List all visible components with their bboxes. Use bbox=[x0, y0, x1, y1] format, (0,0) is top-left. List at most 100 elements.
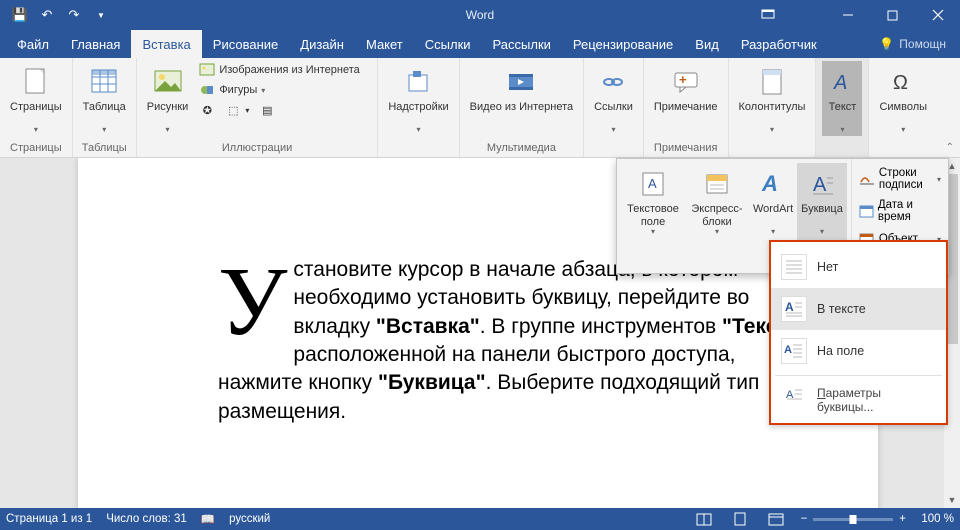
tab-references[interactable]: Ссылки bbox=[414, 30, 482, 58]
chevron-down-icon: ▾ bbox=[770, 125, 774, 134]
redo-button[interactable]: ↷ bbox=[62, 3, 86, 27]
ribbon-display-options-button[interactable] bbox=[745, 0, 790, 30]
text-icon: A bbox=[830, 63, 854, 101]
tab-file[interactable]: Файл bbox=[6, 30, 60, 58]
chevron-down-icon: ▾ bbox=[34, 125, 38, 134]
tab-insert[interactable]: Вставка bbox=[131, 30, 201, 58]
zoom-percentage[interactable]: 100 % bbox=[912, 513, 954, 525]
tab-review[interactable]: Рецензирование bbox=[562, 30, 684, 58]
group-comments-label: Примечания bbox=[654, 140, 718, 157]
chevron-down-icon: ▾ bbox=[901, 125, 905, 134]
pictures-label: Рисунки bbox=[147, 101, 189, 127]
dropcap-option-margin[interactable]: A На поле bbox=[771, 330, 946, 372]
calendar-icon bbox=[859, 203, 874, 219]
shapes-label: Фигуры bbox=[219, 84, 257, 96]
group-comments: + Примечание Примечания bbox=[644, 58, 729, 157]
tab-layout[interactable]: Макет bbox=[355, 30, 414, 58]
video-icon bbox=[507, 63, 535, 101]
status-word-count[interactable]: Число слов: 31 bbox=[106, 513, 187, 525]
dropcap-dropped-icon: A bbox=[781, 296, 807, 322]
quickparts-button[interactable]: Экспресс-блоки ▾ bbox=[685, 163, 749, 255]
symbols-button[interactable]: Ω Символы ▾ bbox=[875, 61, 931, 136]
status-proofing[interactable]: 📖 bbox=[201, 512, 215, 526]
comment-button[interactable]: + Примечание bbox=[650, 61, 722, 129]
svg-text:A: A bbox=[784, 344, 792, 356]
3d-models-button[interactable]: ⬚▾ bbox=[222, 101, 252, 119]
close-button[interactable] bbox=[915, 0, 960, 30]
shapes-button[interactable]: Фигуры ▾ bbox=[196, 81, 371, 99]
links-button[interactable]: Ссылки ▾ bbox=[590, 61, 637, 136]
chevron-down-icon: ▾ bbox=[820, 227, 824, 236]
text-label: Текст bbox=[829, 101, 857, 127]
wordart-label: WordArt bbox=[753, 203, 793, 229]
datetime-button[interactable]: Дата и время bbox=[854, 195, 946, 227]
omega-icon: Ω bbox=[890, 63, 916, 101]
svg-text:A: A bbox=[648, 176, 657, 191]
dropcap-options-item[interactable]: A Параметры буквицы... bbox=[771, 379, 946, 423]
dropcap-options-label: араметры буквицы... bbox=[817, 386, 881, 414]
smartart-icon: ▤ bbox=[259, 102, 275, 118]
dropcap-margin-label: На поле bbox=[817, 344, 864, 358]
datetime-label: Дата и время bbox=[878, 199, 941, 223]
collapse-ribbon-button[interactable]: ⌃ bbox=[946, 142, 954, 153]
dropcap-menu: Нет A В тексте A На поле A Параметры бук… bbox=[769, 240, 948, 425]
quickparts-label: Экспресс-блоки bbox=[689, 203, 745, 229]
zoom-in-button[interactable]: + bbox=[899, 513, 906, 525]
dropcap-options-icon: A bbox=[785, 386, 803, 402]
title-bar: 💾 ↶ ↷ ▼ Word bbox=[0, 0, 960, 30]
view-read-mode-button[interactable] bbox=[693, 510, 715, 528]
svg-text:A: A bbox=[813, 174, 827, 196]
view-web-layout-button[interactable] bbox=[765, 510, 787, 528]
view-print-layout-button[interactable] bbox=[729, 510, 751, 528]
textbox-icon: A bbox=[640, 165, 666, 203]
header-footer-button[interactable]: Колонтитулы ▾ bbox=[735, 61, 810, 136]
minimize-button[interactable] bbox=[825, 0, 870, 30]
undo-button[interactable]: ↶ bbox=[35, 3, 59, 27]
save-button[interactable]: 💾 bbox=[8, 3, 32, 27]
pages-button[interactable]: Страницы ▾ bbox=[6, 61, 66, 136]
icons-gallery-button[interactable]: ✪ bbox=[196, 101, 218, 119]
pictures-button[interactable]: Рисунки ▾ bbox=[143, 61, 193, 136]
maximize-button[interactable] bbox=[870, 0, 915, 30]
svg-text:A: A bbox=[785, 300, 794, 314]
zoom-out-button[interactable]: − bbox=[801, 513, 808, 525]
text-button[interactable]: A Текст ▾ bbox=[822, 61, 862, 136]
chevron-down-icon: ▾ bbox=[771, 227, 775, 236]
picture-icon bbox=[153, 63, 183, 101]
chevron-down-icon: ▾ bbox=[715, 227, 719, 236]
proofing-icon: 📖 bbox=[201, 512, 215, 526]
tab-design[interactable]: Дизайн bbox=[289, 30, 355, 58]
addins-button[interactable]: Надстройки ▾ bbox=[384, 61, 452, 136]
group-header-footer: Колонтитулы ▾ bbox=[729, 58, 817, 157]
status-language[interactable]: русский bbox=[229, 513, 270, 525]
dropcap-option-none[interactable]: Нет bbox=[771, 246, 946, 288]
header-footer-label: Колонтитулы bbox=[739, 101, 806, 127]
tell-me-search[interactable]: 💡 Помощн bbox=[865, 30, 960, 58]
tab-draw[interactable]: Рисование bbox=[202, 30, 289, 58]
tab-view[interactable]: Вид bbox=[684, 30, 730, 58]
document-text[interactable]: становите курсор в начале абзаца, в кото… bbox=[218, 258, 803, 423]
chevron-down-icon: ▾ bbox=[261, 86, 265, 95]
dropcap-label: Буквица bbox=[801, 203, 843, 229]
textbox-button[interactable]: A Текстовое поле ▾ bbox=[621, 163, 685, 255]
tab-home[interactable]: Главная bbox=[60, 30, 131, 58]
svg-text:+: + bbox=[679, 72, 687, 87]
zoom-slider-thumb[interactable] bbox=[850, 515, 857, 524]
status-page[interactable]: Страница 1 из 1 bbox=[6, 513, 92, 525]
table-button[interactable]: Таблица ▾ bbox=[79, 61, 130, 136]
ribbon: Страницы ▾ Страницы Таблица ▾ Таблицы Ри… bbox=[0, 58, 960, 158]
table-icon bbox=[90, 63, 118, 101]
online-pictures-button[interactable]: Изображения из Интернета bbox=[196, 61, 371, 79]
online-video-button[interactable]: Видео из Интернета bbox=[466, 61, 577, 129]
signature-line-button[interactable]: Строки подписи ▾ bbox=[854, 163, 946, 195]
zoom-slider[interactable] bbox=[813, 518, 893, 521]
tab-developer[interactable]: Разработчик bbox=[730, 30, 828, 58]
tab-mailings[interactable]: Рассылки bbox=[482, 30, 562, 58]
scroll-down-button[interactable]: ▼ bbox=[944, 492, 960, 508]
online-video-label: Видео из Интернета bbox=[470, 101, 573, 127]
smartart-button[interactable]: ▤ bbox=[256, 101, 278, 119]
qat-customize-button[interactable]: ▼ bbox=[89, 3, 113, 27]
group-text: A Текст ▾ bbox=[816, 58, 869, 157]
group-pages: Страницы ▾ Страницы bbox=[0, 58, 73, 157]
dropcap-option-dropped[interactable]: A В тексте bbox=[771, 288, 946, 330]
